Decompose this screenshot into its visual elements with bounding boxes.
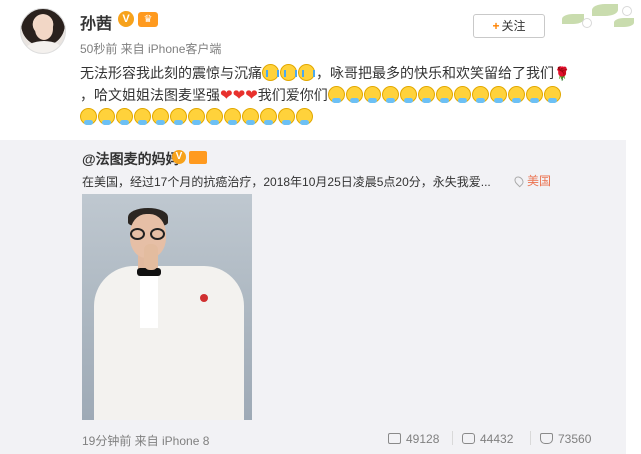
vip-crown-icon <box>189 151 207 164</box>
crying-emoji-icon <box>298 64 315 81</box>
divider <box>452 431 453 445</box>
thumbs-up-icon <box>540 433 553 444</box>
baby-emoji-icon <box>152 108 169 125</box>
heart-icon: ❤ <box>245 87 258 104</box>
baby-emoji-icon <box>435 86 453 103</box>
baby-emoji-icon <box>453 86 471 103</box>
repost-username[interactable]: @法图麦的妈妈 <box>82 149 180 169</box>
repost-icon <box>388 433 401 444</box>
post-text-part1: 无法形容我此刻的震惊与沉痛 <box>80 65 262 81</box>
baby-emoji-icon <box>80 108 97 125</box>
location-label: 美国 <box>527 174 552 188</box>
repost-meta: 19分钟前 来自 iPhone 8 <box>82 434 210 448</box>
baby-emoji-icon <box>260 108 277 125</box>
baby-emoji-icon <box>188 108 205 125</box>
plus-icon: + <box>492 19 500 33</box>
repost-button[interactable]: 49128 <box>388 432 439 446</box>
crying-emoji-icon <box>280 64 297 81</box>
vip-crown-icon: ♛ <box>138 12 158 27</box>
post-text-part2: ，咏哥把最多的快乐和欢笑留给了我们 <box>316 65 554 81</box>
post-text: 无法形容我此刻的震惊与沉痛 ，咏哥把最多的快乐和欢笑留给了我们🌹 ，哈文姐姐法图麦… <box>80 62 600 128</box>
baby-emoji-icon <box>471 86 489 103</box>
divider <box>530 431 531 445</box>
post-text-part3: ，哈文姐姐法图麦坚强 <box>80 87 220 103</box>
baby-emoji-icon <box>327 86 345 103</box>
repost-text: 在美国，经过17个月的抗癌治疗，2018年10月25日凌晨5点20分，永失我爱.… <box>82 173 491 190</box>
like-count: 73560 <box>558 432 592 446</box>
follow-label: 关注 <box>501 19 526 33</box>
weibo-post: 孙茜 V ♛ 50秒前 来自 iPhone客户端 + 关注 无法形容我此刻的震惊与… <box>0 0 641 454</box>
baby-emoji-icon <box>116 108 133 125</box>
comment-button[interactable]: 44432 <box>462 432 513 446</box>
baby-emoji-icon <box>206 108 223 125</box>
post-photo[interactable] <box>82 194 252 420</box>
location-pin-icon <box>512 174 526 188</box>
rose-icon: 🌹 <box>554 66 571 81</box>
baby-emoji-icon <box>98 108 115 125</box>
heart-icon: ❤ <box>232 87 246 104</box>
baby-emoji-icon <box>170 108 187 125</box>
baby-emoji-icon <box>363 86 381 103</box>
post-meta: 50秒前 来自 iPhone客户端 <box>80 42 222 56</box>
comment-icon <box>462 433 475 444</box>
repost-text-ellipsis: ... <box>480 175 491 189</box>
location-link[interactable]: 美国 <box>512 172 552 189</box>
verified-icon: V <box>172 150 186 164</box>
baby-emoji-icon <box>507 86 525 103</box>
baby-emoji-icon <box>242 108 259 125</box>
post-text-part4: 我们爱你们 <box>257 87 328 103</box>
baby-emoji-icon <box>525 86 543 103</box>
comment-count: 44432 <box>480 432 514 446</box>
baby-emoji-icon <box>278 108 295 125</box>
baby-emoji-icon <box>543 86 561 103</box>
baby-emoji-icon <box>489 86 507 103</box>
avatar[interactable] <box>20 8 66 54</box>
heart-icon: ❤ <box>220 87 233 104</box>
follow-button[interactable]: + 关注 <box>473 14 545 38</box>
crying-emoji-icon <box>262 64 279 81</box>
verified-icon: V <box>118 11 134 27</box>
decoration-icon <box>552 0 641 34</box>
like-button[interactable]: 73560 <box>540 432 591 446</box>
baby-emoji-icon <box>345 86 363 103</box>
baby-emoji-icon <box>296 108 313 125</box>
repost-text-body: 在美国，经过17个月的抗癌治疗，2018年10月25日凌晨5点20分，永失我爱 <box>82 175 481 189</box>
baby-emoji-icon <box>381 86 399 103</box>
repost-count: 49128 <box>406 432 440 446</box>
baby-emoji-icon <box>417 86 435 103</box>
username[interactable]: 孙茜 <box>80 10 112 34</box>
baby-emoji-icon <box>134 108 151 125</box>
baby-emoji-icon <box>224 108 241 125</box>
baby-emoji-icon <box>399 86 417 103</box>
